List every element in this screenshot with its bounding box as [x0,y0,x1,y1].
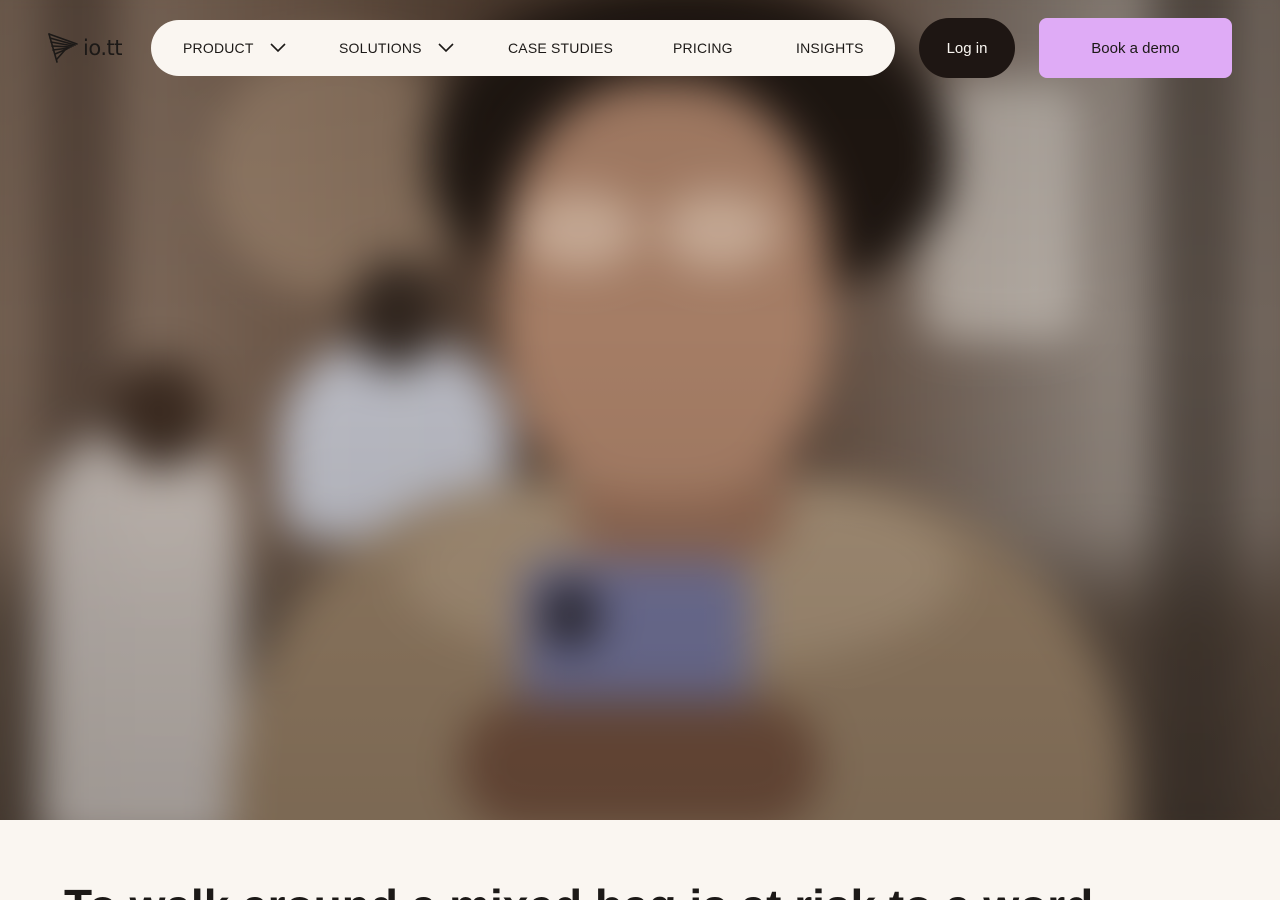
wing-mark-icon [48,33,78,63]
logo-link[interactable]: io.tt [47,32,122,64]
nav-item-pricing[interactable]: PRICING [673,20,733,76]
nav-item-case-studies[interactable]: CASE STUDIES [508,20,613,76]
hero-image [0,0,1280,820]
intro-heading: To walk around a mixed bag is at risk to… [64,878,1132,900]
chevron-down-icon [438,43,454,53]
nav-item-product[interactable]: PRODUCT [183,20,286,76]
nav-item-label: SOLUTIONS [339,40,422,56]
book-demo-button[interactable]: Book a demo [1039,18,1232,78]
nav-item-label: CASE STUDIES [508,40,614,56]
chevron-down-icon [270,43,286,53]
logo-text: io.tt [83,36,122,60]
nav-item-label: PRICING [673,40,733,56]
nav-item-solutions[interactable]: SOLUTIONS [339,20,454,76]
hero-overlay [0,0,1280,820]
nav-item-label: INSIGHTS [796,40,864,56]
intro-section: To walk around a mixed bag is at risk to… [0,820,1280,900]
nav-item-insights[interactable]: INSIGHTS [796,20,864,76]
nav-item-label: PRODUCT [183,40,254,56]
login-button[interactable]: Log in [919,18,1015,78]
main-nav: PRODUCT SOLUTIONS CASE STUDIES PRICING I… [151,20,895,76]
